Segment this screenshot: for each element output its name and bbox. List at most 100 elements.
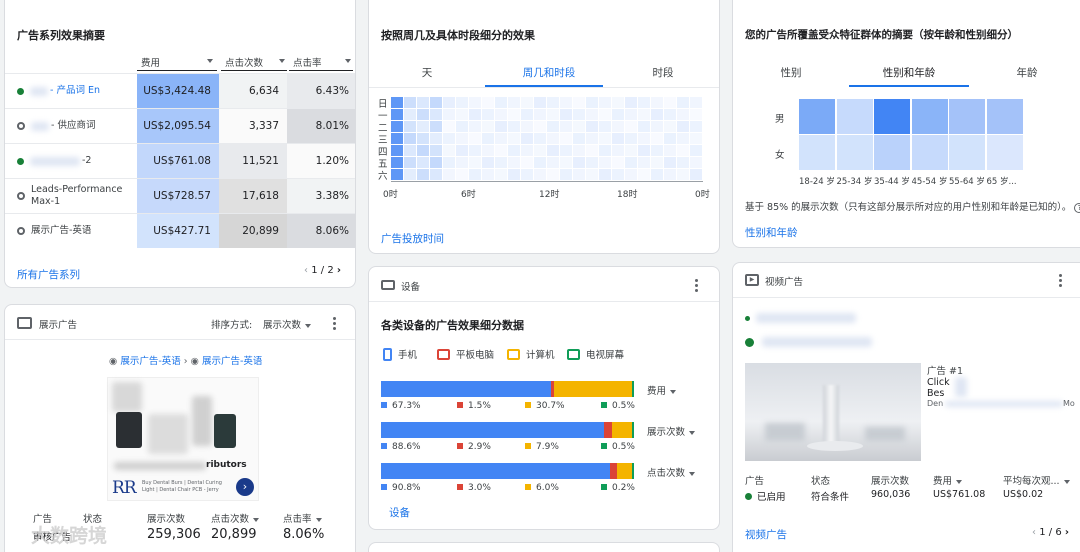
heat-cell[interactable] <box>560 157 572 168</box>
heat-cell[interactable] <box>534 145 546 156</box>
audience-cell[interactable] <box>949 99 985 134</box>
heat-cell[interactable] <box>664 145 676 156</box>
heat-cell[interactable] <box>495 145 507 156</box>
tab-time-2[interactable]: 时段 <box>623 65 703 80</box>
heat-cell[interactable] <box>482 133 494 144</box>
campaign-name[interactable]: 展示广告-英语 <box>17 214 137 248</box>
sort-dropdown[interactable]: 展示次数 <box>263 317 312 331</box>
heat-cell[interactable] <box>534 97 546 108</box>
heat-cell[interactable] <box>469 133 481 144</box>
heat-cell[interactable] <box>560 97 572 108</box>
heat-cell[interactable] <box>625 145 637 156</box>
heat-cell[interactable] <box>560 121 572 132</box>
heat-cell[interactable] <box>638 97 650 108</box>
heat-cell[interactable] <box>599 157 611 168</box>
campaign-row[interactable]: Leads-Performance Max-1 US$728.57 17,618 3.… <box>5 178 355 213</box>
column-header-clicks[interactable]: 点击次数 <box>221 53 287 71</box>
campaign-row[interactable]: - 产品词 En US$3,424.48 6,634 6.43% <box>5 73 355 108</box>
heat-cell[interactable] <box>651 157 663 168</box>
heat-cell[interactable] <box>443 169 455 180</box>
heat-cell[interactable] <box>469 109 481 120</box>
display-ad-preview[interactable]: ributors RR Buy Dental Burs | Dental Cur… <box>107 377 259 501</box>
heat-cell[interactable] <box>677 169 689 180</box>
gender-age-link[interactable]: 性别和年龄 <box>745 225 798 240</box>
heat-cell[interactable] <box>404 121 416 132</box>
device-bar[interactable] <box>381 381 634 397</box>
heat-cell[interactable] <box>495 109 507 120</box>
display-stat-header[interactable]: 点击次数 <box>211 511 260 525</box>
heat-cell[interactable] <box>482 157 494 168</box>
audience-cell[interactable] <box>949 135 985 170</box>
tab-audience-0[interactable]: 性别 <box>751 65 831 80</box>
video-stat-header[interactable]: 平均每次观... <box>1003 473 1070 487</box>
heat-cell[interactable] <box>664 121 676 132</box>
heat-cell[interactable] <box>417 145 429 156</box>
heat-cell[interactable] <box>547 97 559 108</box>
heat-cell[interactable] <box>560 145 572 156</box>
heat-cell[interactable] <box>417 133 429 144</box>
heat-cell[interactable] <box>482 145 494 156</box>
heat-cell[interactable] <box>391 97 403 108</box>
audience-cell[interactable] <box>836 135 873 170</box>
heat-cell[interactable] <box>586 169 598 180</box>
heat-cell[interactable] <box>534 121 546 132</box>
heat-cell[interactable] <box>417 169 429 180</box>
heat-cell[interactable] <box>612 109 624 120</box>
campaign-row[interactable]: - 供应商词 US$2,095.54 3,337 8.01% <box>5 108 355 143</box>
heat-cell[interactable] <box>586 97 598 108</box>
heat-cell[interactable] <box>677 145 689 156</box>
tab-audience-2[interactable]: 年龄 <box>987 65 1067 80</box>
heat-cell[interactable] <box>690 97 702 108</box>
heat-cell[interactable] <box>573 145 585 156</box>
devices-link[interactable]: 设备 <box>389 505 410 520</box>
campaign-row[interactable]: 展示广告-英语 US$427.71 20,899 8.06% <box>5 213 355 248</box>
video-stat-header[interactable]: 费用 <box>933 473 963 487</box>
heat-cell[interactable] <box>456 157 468 168</box>
heat-cell[interactable] <box>430 133 442 144</box>
heat-cell[interactable] <box>495 121 507 132</box>
heat-cell[interactable] <box>404 97 416 108</box>
heat-cell[interactable] <box>521 97 533 108</box>
heat-cell[interactable] <box>430 97 442 108</box>
heat-cell[interactable] <box>469 145 481 156</box>
campaign-row[interactable]: -2 US$761.08 11,521 1.20% <box>5 143 355 178</box>
tab-audience-1[interactable]: 性别和年龄 <box>869 65 949 80</box>
video-ads-link[interactable]: 视频广告 <box>745 527 787 542</box>
heat-cell[interactable] <box>612 157 624 168</box>
heat-cell[interactable] <box>573 169 585 180</box>
heat-cell[interactable] <box>469 169 481 180</box>
heat-cell[interactable] <box>547 121 559 132</box>
heat-cell[interactable] <box>495 97 507 108</box>
campaign-name[interactable]: -2 <box>17 144 137 178</box>
device-metric-dropdown[interactable]: 点击次数 <box>647 465 696 479</box>
heat-cell[interactable] <box>391 145 403 156</box>
heat-cell[interactable] <box>638 145 650 156</box>
device-metric-dropdown[interactable]: 展示次数 <box>647 424 696 438</box>
heat-cell[interactable] <box>612 97 624 108</box>
device-bar[interactable] <box>381 463 635 479</box>
heat-cell[interactable] <box>573 121 585 132</box>
heat-cell[interactable] <box>651 133 663 144</box>
audience-cell[interactable] <box>836 99 873 134</box>
heat-cell[interactable] <box>586 157 598 168</box>
heat-cell[interactable] <box>495 157 507 168</box>
heat-cell[interactable] <box>508 157 520 168</box>
heat-cell[interactable] <box>586 109 598 120</box>
heat-cell[interactable] <box>391 133 403 144</box>
heat-cell[interactable] <box>690 145 702 156</box>
heat-cell[interactable] <box>573 97 585 108</box>
heat-cell[interactable] <box>560 109 572 120</box>
video-campaign-row-2[interactable] <box>745 337 872 347</box>
heat-cell[interactable] <box>456 133 468 144</box>
audience-cell[interactable] <box>911 135 948 170</box>
column-header-ctr[interactable]: 点击率 <box>289 53 353 71</box>
heat-cell[interactable] <box>599 97 611 108</box>
heat-cell[interactable] <box>677 109 689 120</box>
heat-cell[interactable] <box>482 97 494 108</box>
heat-cell[interactable] <box>651 97 663 108</box>
heat-cell[interactable] <box>469 121 481 132</box>
heat-cell[interactable] <box>521 109 533 120</box>
heat-cell[interactable] <box>547 133 559 144</box>
heat-cell[interactable] <box>677 133 689 144</box>
heat-cell[interactable] <box>508 121 520 132</box>
